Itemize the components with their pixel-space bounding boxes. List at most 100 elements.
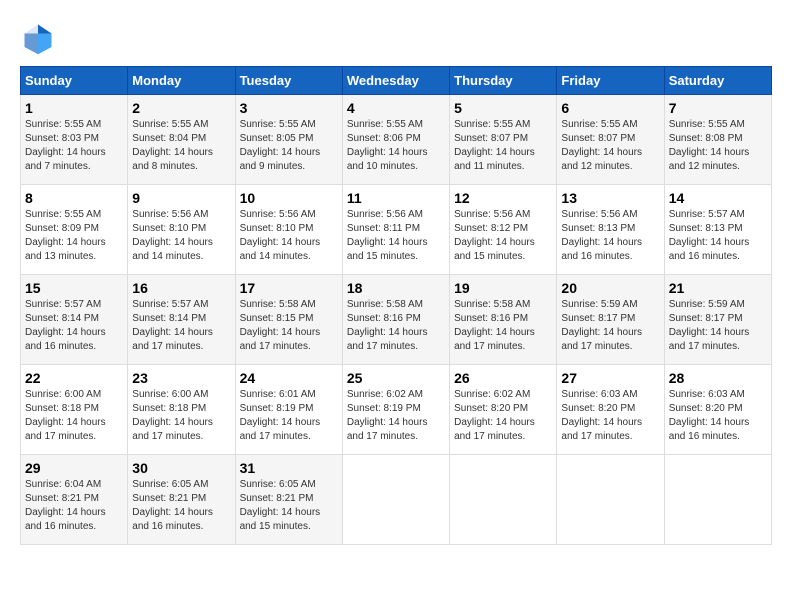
calendar-cell [450, 455, 557, 545]
weekday-header-wednesday: Wednesday [342, 67, 449, 95]
day-number: 28 [669, 370, 767, 386]
day-info: Sunrise: 5:55 AM Sunset: 8:08 PM Dayligh… [669, 118, 767, 174]
day-number: 21 [669, 280, 767, 296]
day-number: 20 [561, 280, 659, 296]
logo [20, 20, 62, 56]
logo-icon [20, 20, 56, 56]
day-info: Sunrise: 5:58 AM Sunset: 8:15 PM Dayligh… [240, 298, 338, 354]
day-number: 23 [132, 370, 230, 386]
day-info: Sunrise: 5:57 AM Sunset: 8:14 PM Dayligh… [25, 298, 123, 354]
day-number: 22 [25, 370, 123, 386]
day-number: 19 [454, 280, 552, 296]
day-number: 17 [240, 280, 338, 296]
day-info: Sunrise: 5:56 AM Sunset: 8:10 PM Dayligh… [240, 208, 338, 264]
calendar-cell: 12 Sunrise: 5:56 AM Sunset: 8:12 PM Dayl… [450, 185, 557, 275]
day-info: Sunrise: 5:55 AM Sunset: 8:07 PM Dayligh… [454, 118, 552, 174]
calendar-cell: 29 Sunrise: 6:04 AM Sunset: 8:21 PM Dayl… [21, 455, 128, 545]
calendar-cell: 31 Sunrise: 6:05 AM Sunset: 8:21 PM Dayl… [235, 455, 342, 545]
day-info: Sunrise: 6:04 AM Sunset: 8:21 PM Dayligh… [25, 478, 123, 534]
calendar-cell: 26 Sunrise: 6:02 AM Sunset: 8:20 PM Dayl… [450, 365, 557, 455]
day-info: Sunrise: 6:03 AM Sunset: 8:20 PM Dayligh… [669, 388, 767, 444]
day-info: Sunrise: 6:05 AM Sunset: 8:21 PM Dayligh… [132, 478, 230, 534]
calendar-cell: 19 Sunrise: 5:58 AM Sunset: 8:16 PM Dayl… [450, 275, 557, 365]
day-number: 1 [25, 100, 123, 116]
calendar-cell: 24 Sunrise: 6:01 AM Sunset: 8:19 PM Dayl… [235, 365, 342, 455]
day-number: 15 [25, 280, 123, 296]
calendar-cell: 16 Sunrise: 5:57 AM Sunset: 8:14 PM Dayl… [128, 275, 235, 365]
calendar-cell: 18 Sunrise: 5:58 AM Sunset: 8:16 PM Dayl… [342, 275, 449, 365]
calendar-cell [664, 455, 771, 545]
day-info: Sunrise: 6:00 AM Sunset: 8:18 PM Dayligh… [132, 388, 230, 444]
calendar-cell: 3 Sunrise: 5:55 AM Sunset: 8:05 PM Dayli… [235, 95, 342, 185]
day-info: Sunrise: 5:56 AM Sunset: 8:12 PM Dayligh… [454, 208, 552, 264]
calendar-cell: 11 Sunrise: 5:56 AM Sunset: 8:11 PM Dayl… [342, 185, 449, 275]
calendar-cell: 28 Sunrise: 6:03 AM Sunset: 8:20 PM Dayl… [664, 365, 771, 455]
calendar-cell: 17 Sunrise: 5:58 AM Sunset: 8:15 PM Dayl… [235, 275, 342, 365]
day-info: Sunrise: 5:56 AM Sunset: 8:13 PM Dayligh… [561, 208, 659, 264]
day-number: 11 [347, 190, 445, 206]
day-number: 7 [669, 100, 767, 116]
calendar-cell: 1 Sunrise: 5:55 AM Sunset: 8:03 PM Dayli… [21, 95, 128, 185]
calendar-cell: 7 Sunrise: 5:55 AM Sunset: 8:08 PM Dayli… [664, 95, 771, 185]
calendar-cell: 5 Sunrise: 5:55 AM Sunset: 8:07 PM Dayli… [450, 95, 557, 185]
day-number: 31 [240, 460, 338, 476]
day-info: Sunrise: 6:02 AM Sunset: 8:20 PM Dayligh… [454, 388, 552, 444]
calendar-cell: 8 Sunrise: 5:55 AM Sunset: 8:09 PM Dayli… [21, 185, 128, 275]
day-number: 29 [25, 460, 123, 476]
calendar-cell: 4 Sunrise: 5:55 AM Sunset: 8:06 PM Dayli… [342, 95, 449, 185]
day-info: Sunrise: 5:57 AM Sunset: 8:14 PM Dayligh… [132, 298, 230, 354]
day-info: Sunrise: 5:59 AM Sunset: 8:17 PM Dayligh… [561, 298, 659, 354]
day-number: 4 [347, 100, 445, 116]
day-number: 24 [240, 370, 338, 386]
day-number: 30 [132, 460, 230, 476]
day-info: Sunrise: 6:03 AM Sunset: 8:20 PM Dayligh… [561, 388, 659, 444]
calendar-cell [557, 455, 664, 545]
calendar-cell: 6 Sunrise: 5:55 AM Sunset: 8:07 PM Dayli… [557, 95, 664, 185]
day-info: Sunrise: 5:56 AM Sunset: 8:10 PM Dayligh… [132, 208, 230, 264]
calendar-cell: 14 Sunrise: 5:57 AM Sunset: 8:13 PM Dayl… [664, 185, 771, 275]
calendar-cell: 22 Sunrise: 6:00 AM Sunset: 8:18 PM Dayl… [21, 365, 128, 455]
day-info: Sunrise: 5:55 AM Sunset: 8:03 PM Dayligh… [25, 118, 123, 174]
calendar-cell: 15 Sunrise: 5:57 AM Sunset: 8:14 PM Dayl… [21, 275, 128, 365]
weekday-header-monday: Monday [128, 67, 235, 95]
weekday-header-sunday: Sunday [21, 67, 128, 95]
calendar-cell: 13 Sunrise: 5:56 AM Sunset: 8:13 PM Dayl… [557, 185, 664, 275]
calendar-cell: 25 Sunrise: 6:02 AM Sunset: 8:19 PM Dayl… [342, 365, 449, 455]
day-number: 16 [132, 280, 230, 296]
day-number: 12 [454, 190, 552, 206]
day-info: Sunrise: 5:57 AM Sunset: 8:13 PM Dayligh… [669, 208, 767, 264]
weekday-header-saturday: Saturday [664, 67, 771, 95]
day-info: Sunrise: 5:56 AM Sunset: 8:11 PM Dayligh… [347, 208, 445, 264]
calendar-cell: 9 Sunrise: 5:56 AM Sunset: 8:10 PM Dayli… [128, 185, 235, 275]
day-number: 25 [347, 370, 445, 386]
page-header [20, 20, 772, 56]
day-number: 2 [132, 100, 230, 116]
calendar-cell: 30 Sunrise: 6:05 AM Sunset: 8:21 PM Dayl… [128, 455, 235, 545]
calendar-cell: 2 Sunrise: 5:55 AM Sunset: 8:04 PM Dayli… [128, 95, 235, 185]
day-info: Sunrise: 5:55 AM Sunset: 8:07 PM Dayligh… [561, 118, 659, 174]
day-info: Sunrise: 6:00 AM Sunset: 8:18 PM Dayligh… [25, 388, 123, 444]
calendar-cell: 23 Sunrise: 6:00 AM Sunset: 8:18 PM Dayl… [128, 365, 235, 455]
day-number: 13 [561, 190, 659, 206]
day-number: 26 [454, 370, 552, 386]
day-number: 3 [240, 100, 338, 116]
calendar-cell: 21 Sunrise: 5:59 AM Sunset: 8:17 PM Dayl… [664, 275, 771, 365]
day-info: Sunrise: 5:59 AM Sunset: 8:17 PM Dayligh… [669, 298, 767, 354]
weekday-header-tuesday: Tuesday [235, 67, 342, 95]
weekday-header-thursday: Thursday [450, 67, 557, 95]
day-number: 6 [561, 100, 659, 116]
calendar-cell [342, 455, 449, 545]
weekday-header-friday: Friday [557, 67, 664, 95]
day-info: Sunrise: 6:01 AM Sunset: 8:19 PM Dayligh… [240, 388, 338, 444]
calendar-cell: 27 Sunrise: 6:03 AM Sunset: 8:20 PM Dayl… [557, 365, 664, 455]
day-info: Sunrise: 6:05 AM Sunset: 8:21 PM Dayligh… [240, 478, 338, 534]
day-info: Sunrise: 5:55 AM Sunset: 8:05 PM Dayligh… [240, 118, 338, 174]
day-info: Sunrise: 5:55 AM Sunset: 8:04 PM Dayligh… [132, 118, 230, 174]
day-number: 27 [561, 370, 659, 386]
day-number: 9 [132, 190, 230, 206]
day-number: 8 [25, 190, 123, 206]
day-number: 10 [240, 190, 338, 206]
day-info: Sunrise: 6:02 AM Sunset: 8:19 PM Dayligh… [347, 388, 445, 444]
day-info: Sunrise: 5:55 AM Sunset: 8:09 PM Dayligh… [25, 208, 123, 264]
day-info: Sunrise: 5:58 AM Sunset: 8:16 PM Dayligh… [347, 298, 445, 354]
